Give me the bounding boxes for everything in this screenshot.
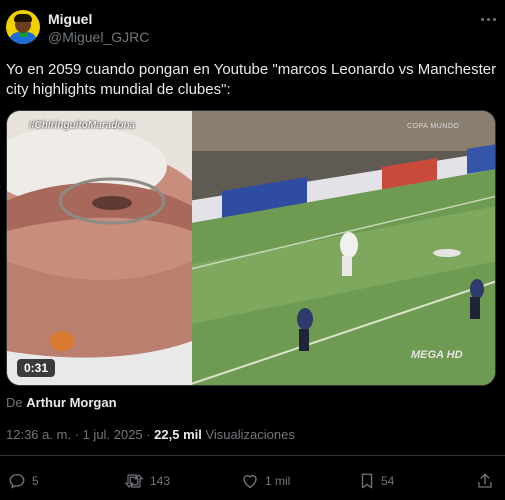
reply-button[interactable]: 5: [8, 472, 39, 490]
tweet-meta: 12:36 a. m. · 1 jul. 2025 · 22,5 mil Vis…: [6, 427, 295, 442]
divider: [0, 455, 505, 456]
more-options-icon[interactable]: [479, 10, 497, 28]
reply-count: 5: [32, 474, 39, 488]
bookmark-button[interactable]: 54: [359, 472, 394, 490]
tweet: Miguel @Miguel_GJRC Yo en 2059 cuando po…: [0, 0, 505, 500]
tweet-text: Yo en 2059 cuando pongan en Youtube "mar…: [6, 61, 497, 98]
like-button[interactable]: 1 mil: [241, 472, 290, 490]
video-watermark-logo: MEGA HD: [411, 349, 463, 361]
reply-icon: [9, 473, 25, 489]
tweet-timestamp[interactable]: 12:36 a. m. · 1 jul. 2025 ·: [6, 427, 151, 442]
bookmark-icon: [361, 473, 373, 489]
media-source-name[interactable]: Arthur Morgan: [26, 395, 116, 410]
views-label: Visualizaciones: [205, 427, 295, 442]
views-count: 22,5 mil: [154, 427, 202, 442]
video-duration-badge: 0:31: [17, 359, 56, 377]
media-source[interactable]: De Arthur Morgan: [6, 395, 117, 410]
repost-icon: [124, 474, 144, 488]
avatar[interactable]: [6, 10, 40, 44]
like-count: 1 mil: [265, 474, 291, 488]
video-player[interactable]: #ChiringuitoMaradona COPA MUNDO MEGA HD …: [6, 110, 496, 386]
video-frame: [7, 111, 495, 385]
repost-button[interactable]: 143: [124, 472, 170, 490]
author-handle[interactable]: @Miguel_GJRC: [48, 29, 149, 45]
repost-count: 143: [150, 474, 171, 488]
share-button[interactable]: [476, 472, 494, 490]
video-hashtag: #ChiringuitoMaradona: [29, 120, 136, 131]
heart-icon: [243, 475, 257, 489]
bookmark-count: 54: [381, 474, 395, 488]
video-watermark-top: COPA MUNDO: [407, 123, 460, 130]
share-icon: [478, 473, 492, 488]
author-name[interactable]: Miguel: [48, 11, 92, 27]
media-source-prefix: De: [6, 395, 23, 410]
